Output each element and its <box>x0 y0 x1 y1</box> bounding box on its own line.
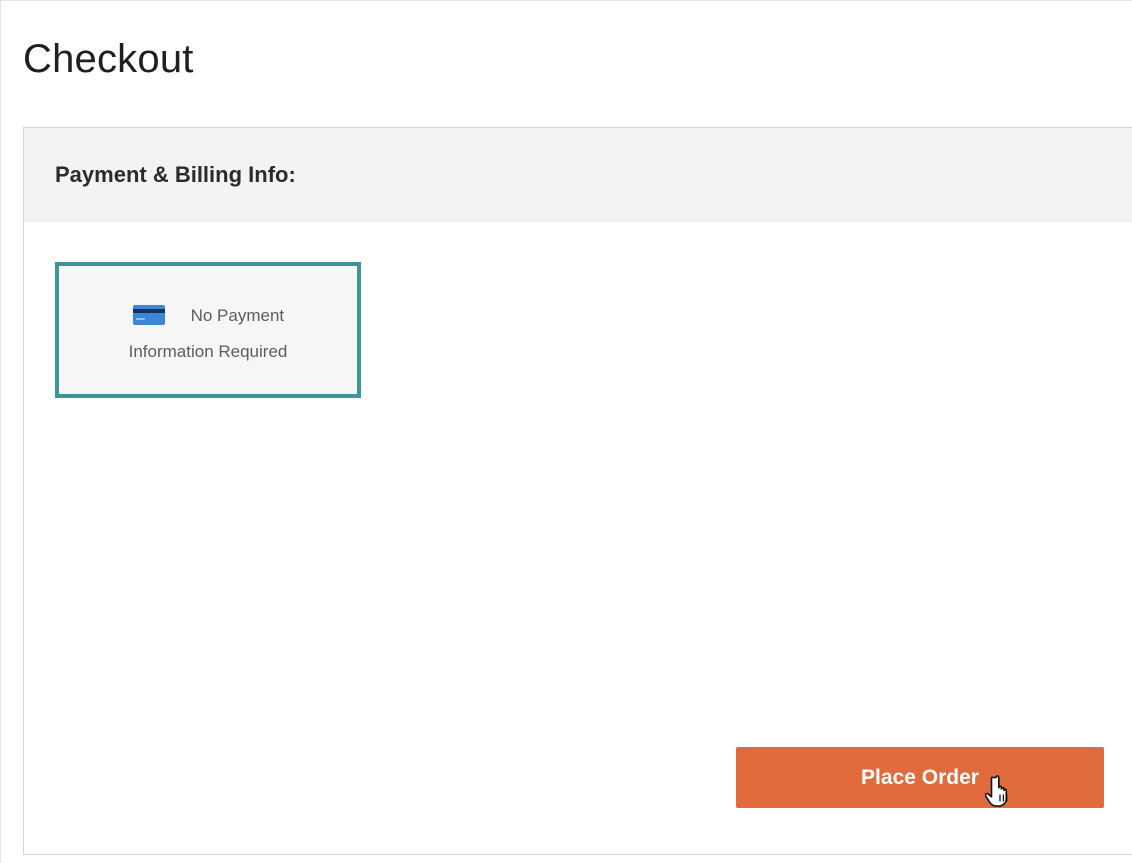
payment-billing-panel: Payment & Billing Info: No Payment Infor… <box>23 127 1132 855</box>
information-required-label: Information Required <box>128 342 288 361</box>
panel-header-title: Payment & Billing Info: <box>55 161 296 187</box>
credit-card-icon <box>132 304 165 325</box>
panel-header: Payment & Billing Info: <box>24 128 1132 222</box>
no-payment-option-card[interactable]: No Payment Information Required <box>55 262 361 398</box>
no-payment-label: No Payment <box>190 306 285 325</box>
card-first-line: No Payment <box>59 298 357 334</box>
place-order-button[interactable]: Place Order <box>736 747 1104 808</box>
page-title: Checkout <box>23 37 194 81</box>
checkout-page: Checkout Payment & Billing Info: No Paym… <box>0 0 1132 863</box>
